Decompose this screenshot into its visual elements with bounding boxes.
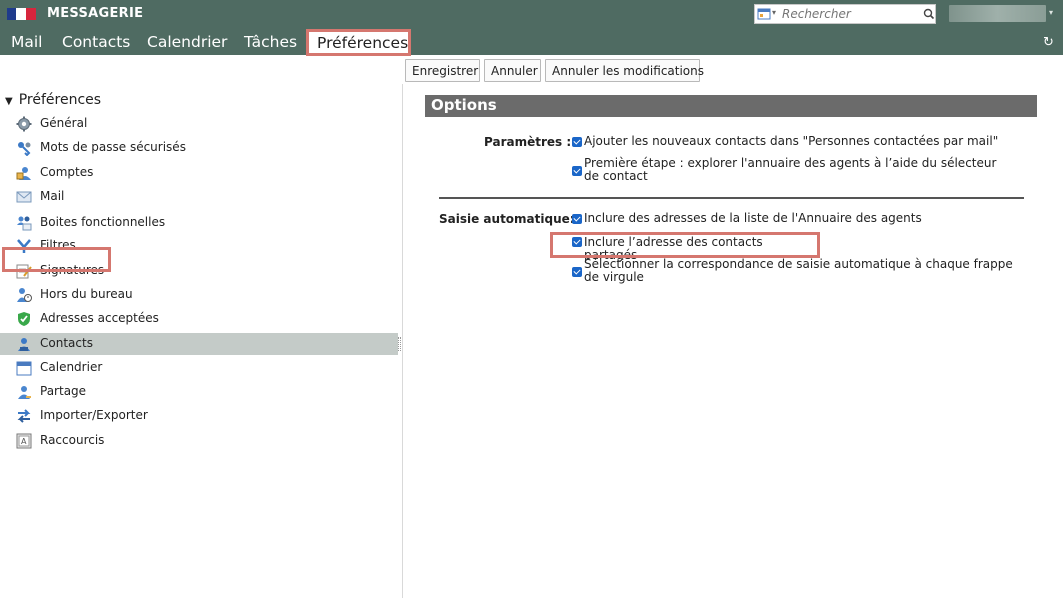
cancel-button[interactable]: Annuler — [484, 59, 541, 82]
nav-tab-tasks[interactable]: Tâches — [244, 33, 297, 51]
sidebar-item-label: Raccourcis — [40, 433, 105, 447]
import-export-icon — [17, 409, 31, 423]
sidebar-tree-root[interactable]: ▼ Préférences — [5, 92, 101, 108]
add-new-contacts-label[interactable]: Ajouter les nouveaux contacts dans "Pers… — [584, 135, 1014, 148]
explore-directory-checkbox[interactable] — [572, 166, 582, 176]
contacts-highlight-annotation — [2, 247, 111, 272]
refresh-icon[interactable]: ↻ — [1043, 35, 1054, 50]
save-button[interactable]: Enregistrer — [405, 59, 480, 82]
user-account-menu[interactable] — [949, 5, 1046, 22]
sidebar-item-label: Calendrier — [40, 360, 103, 374]
sidebar-item-passwords[interactable]: Mots de passe sécurisés — [0, 137, 398, 159]
nav-tab-preferences[interactable]: Préférences — [306, 29, 411, 56]
sidebar-title: Préférences — [18, 92, 102, 108]
svg-text:A: A — [21, 437, 27, 446]
nav-tab-mail[interactable]: Mail — [11, 33, 42, 51]
sidebar-item-label: Partage — [40, 384, 87, 398]
include-directory-addresses-checkbox[interactable] — [572, 214, 582, 224]
search-scope-icon[interactable] — [757, 8, 771, 20]
include-directory-addresses-label[interactable]: Inclure des adresses de la liste de l'An… — [584, 212, 1014, 225]
sidebar-item-contacts[interactable]: Contacts — [0, 333, 398, 355]
sidebar-item-shared-mailboxes[interactable]: Boites fonctionnelles — [0, 212, 398, 234]
explore-directory-label[interactable]: Première étape : explorer l'annuaire des… — [584, 157, 1004, 183]
sidebar-item-label: Adresses acceptées — [40, 311, 159, 325]
share-icon — [18, 386, 31, 399]
sidebar-item-out-of-office[interactable]: Hors du bureau — [0, 284, 398, 306]
french-flag-logo — [7, 8, 36, 20]
nav-tab-preferences-label: Préférences — [317, 34, 409, 52]
search-input[interactable] — [782, 6, 920, 22]
sidebar-item-import-export[interactable]: Importer/Exporter — [0, 405, 398, 427]
accounts-icon — [16, 167, 31, 180]
key-icon — [18, 142, 31, 156]
sidebar-item-label: Contacts — [40, 336, 93, 350]
sidebar-item-label: Mots de passe sécurisés — [40, 140, 186, 154]
nav-tab-contacts[interactable]: Contacts — [62, 33, 130, 51]
nav-tab-calendar[interactable]: Calendrier — [147, 33, 227, 51]
shortcut-icon: A — [16, 433, 32, 449]
sidebar-item-accounts[interactable]: Comptes — [0, 162, 398, 184]
out-of-office-icon — [17, 288, 32, 302]
app-title: MESSAGERIE — [47, 6, 144, 21]
comma-autocomplete-checkbox[interactable] — [572, 267, 582, 277]
section-divider — [439, 197, 1024, 199]
sidebar-item-label: Comptes — [40, 165, 94, 179]
calendar-icon — [16, 361, 32, 376]
sidebar-item-label: Général — [40, 116, 88, 130]
sidebar-item-accepted-addresses[interactable]: Adresses acceptées — [0, 308, 398, 330]
parameters-group-label: Paramètres : — [484, 135, 572, 149]
sidebar-item-label: Hors du bureau — [40, 287, 133, 301]
section-title: Options — [431, 96, 497, 114]
preferences-sidebar: ▼ Préférences Général Mots de passe sécur… — [0, 84, 400, 598]
sidebar-item-sharing[interactable]: Partage — [0, 381, 398, 403]
search-box[interactable]: ▾ — [754, 4, 936, 24]
sidebar-item-calendar[interactable]: Calendrier — [0, 357, 398, 379]
expand-triangle-icon[interactable]: ▼ — [5, 96, 13, 107]
shared-mailbox-icon — [17, 216, 32, 231]
sidebar-item-label: Importer/Exporter — [40, 408, 148, 422]
comma-autocomplete-label[interactable]: Sélectionner la correspondance de saisie… — [584, 258, 1014, 284]
search-icon[interactable] — [923, 7, 935, 21]
shared-contacts-highlight-annotation — [550, 232, 820, 258]
sidebar-item-general[interactable]: Général — [0, 113, 398, 135]
sidebar-item-shortcuts[interactable]: A Raccourcis — [0, 430, 398, 452]
sidebar-item-label: Mail — [40, 189, 65, 203]
chevron-down-icon[interactable]: ▾ — [1049, 8, 1053, 17]
add-new-contacts-checkbox[interactable] — [572, 137, 582, 147]
gear-icon — [16, 116, 32, 132]
revert-changes-button[interactable]: Annuler les modifications — [545, 59, 704, 82]
sidebar-item-mail[interactable]: Mail — [0, 186, 398, 208]
sidebar-item-label: Boites fonctionnelles — [40, 215, 166, 229]
options-section-header: Options — [425, 95, 1037, 117]
envelope-icon — [16, 191, 32, 203]
shield-check-icon — [18, 312, 30, 326]
splitter-grip-icon[interactable] — [398, 337, 401, 351]
contacts-icon — [18, 338, 30, 351]
pane-splitter[interactable] — [402, 84, 403, 598]
search-scope-chevron-icon[interactable]: ▾ — [772, 8, 776, 17]
autocomplete-group-label: Saisie automatique: — [439, 212, 575, 226]
